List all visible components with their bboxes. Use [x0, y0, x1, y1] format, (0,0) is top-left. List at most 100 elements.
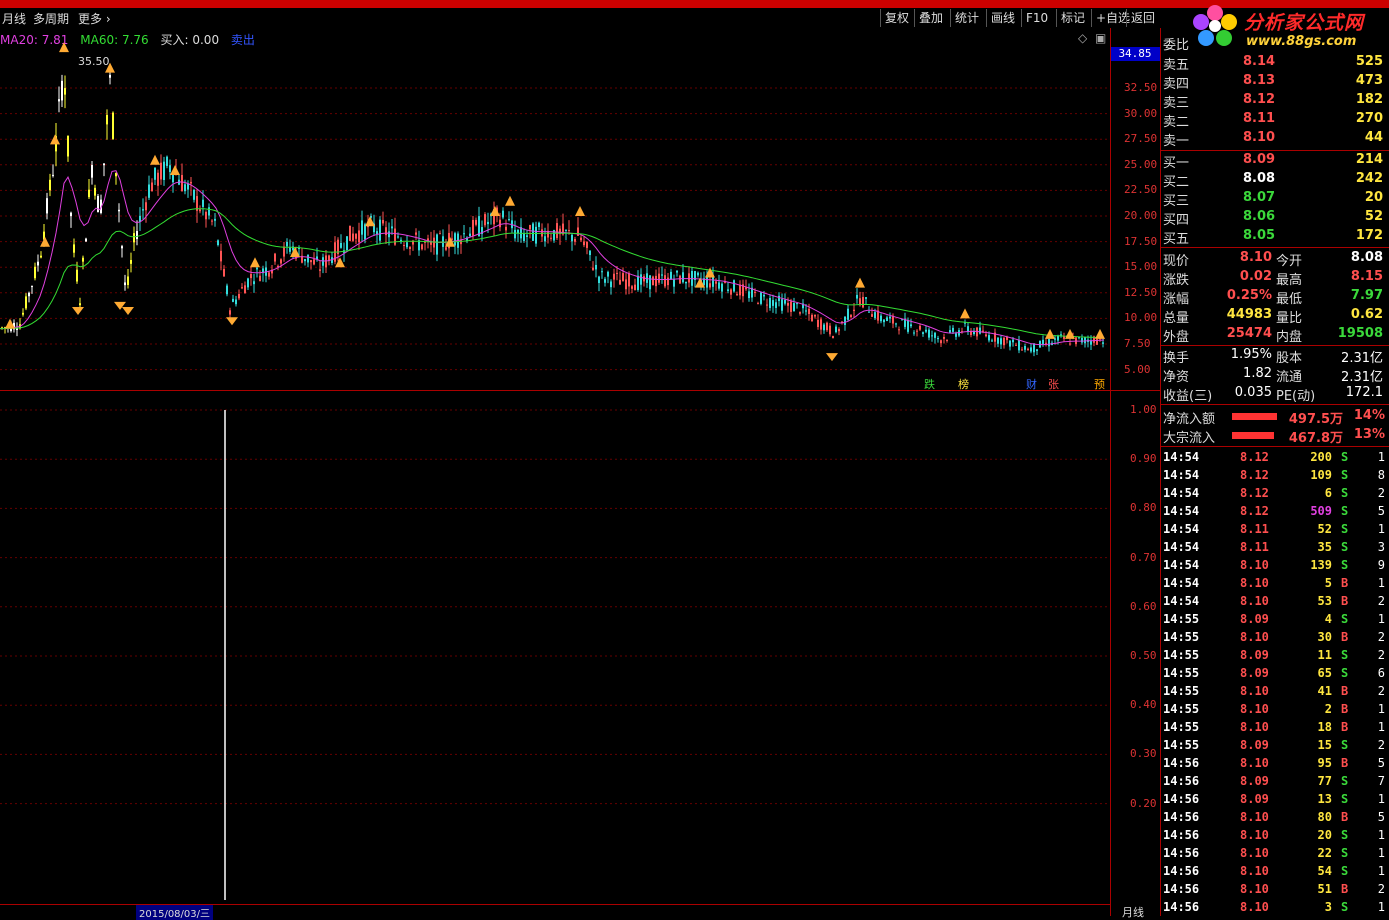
quote-value: 0.25%	[1226, 288, 1272, 303]
menu-multi-period[interactable]: 多周期	[33, 10, 69, 27]
candle-body	[208, 207, 210, 216]
tick-time: 14:56	[1163, 792, 1200, 806]
main-y-tick: 5.00	[1124, 362, 1151, 376]
candle-body	[376, 231, 378, 235]
toolbar-button-0[interactable]: 复权	[880, 9, 913, 27]
ask-volume: 270	[1355, 111, 1383, 126]
candle-body	[1030, 347, 1032, 352]
candle-body	[1102, 342, 1104, 344]
tick-row: 14:56 8.10 54 S 1	[1160, 864, 1389, 882]
quote-value: 7.97	[1350, 288, 1383, 303]
tick-time: 14:55	[1163, 612, 1200, 626]
panel-separator	[1160, 247, 1389, 248]
stat-label: 换手	[1163, 351, 1190, 366]
tick-side: S	[1341, 504, 1349, 518]
candle-body	[289, 247, 291, 252]
candle-body	[991, 340, 993, 342]
buy-signal-icon	[1045, 328, 1055, 339]
candlestick-chart[interactable]	[0, 28, 1110, 390]
candle-body	[163, 161, 165, 180]
candle-body	[121, 246, 123, 249]
tick-volume: 5	[1324, 576, 1332, 590]
candle-body	[232, 298, 234, 302]
flow-pct: 14%	[1353, 408, 1385, 423]
candle-body	[184, 184, 186, 192]
quote-value: 19508	[1337, 326, 1383, 341]
candle-body	[340, 242, 342, 248]
toolbar-button-4[interactable]: F10	[1021, 9, 1052, 27]
tick-side: S	[1341, 612, 1349, 626]
candle-body	[250, 273, 252, 279]
candle-body	[634, 284, 636, 291]
candle-body	[913, 332, 915, 334]
candle-body	[616, 272, 618, 274]
candle-body	[127, 276, 129, 285]
tick-volume: 18	[1317, 720, 1332, 734]
candle-body	[814, 314, 816, 317]
candle-body	[124, 282, 126, 286]
toolbar-button-1[interactable]: 叠加	[914, 9, 947, 27]
tick-time: 14:56	[1163, 828, 1200, 842]
main-y-tick: 22.50	[1124, 183, 1158, 197]
candle-body	[670, 271, 672, 280]
bid-row: 买三 8.07 20	[1160, 190, 1389, 209]
toolbar-button-7[interactable]: 返回	[1126, 9, 1159, 27]
candle-body	[244, 285, 246, 294]
candle-body	[58, 99, 60, 102]
candle-body	[916, 330, 918, 332]
tick-side: B	[1341, 882, 1349, 896]
toolbar-button-3[interactable]: 画线	[986, 9, 1019, 27]
order-book-header-row: 委比	[1160, 34, 1389, 53]
main-y-tick: 30.00	[1124, 106, 1158, 120]
tick-volume: 15	[1317, 738, 1332, 752]
candle-body	[1012, 339, 1014, 343]
candle-body	[757, 303, 759, 305]
flow-value: 467.8万	[1288, 431, 1343, 446]
candle-body	[37, 261, 39, 266]
tick-volume: 3	[1324, 900, 1332, 914]
sub-y-tick: 1.00	[1130, 403, 1157, 416]
tick-row: 14:56 8.09 77 S 7	[1160, 774, 1389, 792]
panel-separator	[1160, 345, 1389, 346]
buy-signal-icon	[490, 206, 500, 216]
candle-body	[805, 310, 807, 312]
candle-body	[772, 300, 774, 306]
tick-side: B	[1341, 630, 1349, 644]
tick-side: S	[1341, 828, 1349, 842]
sell-signal-icon	[122, 307, 134, 316]
menu-more[interactable]: 更多 ›	[78, 10, 111, 27]
tick-row: 14:54 8.10 5 B 1	[1160, 576, 1389, 594]
tick-count: 1	[1377, 828, 1385, 842]
flow-row: 净流入额 497.5万 14%	[1160, 408, 1389, 427]
tick-time: 14:55	[1163, 630, 1200, 644]
candle-body	[508, 219, 510, 221]
candle-body	[766, 304, 768, 306]
buy-signal-icon	[170, 165, 180, 176]
candle-body	[181, 175, 183, 192]
candle-body	[409, 247, 411, 249]
candle-body	[934, 332, 936, 338]
candle-body	[889, 316, 891, 319]
flow-label: 大宗流入	[1163, 431, 1216, 446]
candle-body	[214, 218, 216, 221]
candle-body	[118, 209, 120, 212]
tick-count: 1	[1377, 900, 1385, 914]
quote-value: 8.10	[1239, 250, 1272, 265]
bid-volume: 52	[1364, 209, 1383, 224]
candle-body	[640, 274, 642, 285]
menu-monthly[interactable]: 月线	[2, 10, 26, 27]
tick-volume: 54	[1317, 864, 1332, 878]
candle-body	[283, 246, 285, 257]
candle-body	[1078, 337, 1080, 339]
candle-body	[775, 302, 777, 308]
candle-body	[253, 281, 255, 285]
candle-body	[532, 223, 534, 241]
candle-body	[133, 233, 135, 243]
candle-body	[103, 163, 105, 166]
candle-body	[1081, 337, 1083, 343]
indicator-subchart[interactable]	[0, 392, 1110, 904]
tick-count: 2	[1377, 738, 1385, 752]
bid-label: 买五	[1163, 232, 1190, 247]
toolbar-button-2[interactable]: 统计	[950, 9, 983, 27]
toolbar-button-5[interactable]: 标记	[1056, 9, 1089, 27]
